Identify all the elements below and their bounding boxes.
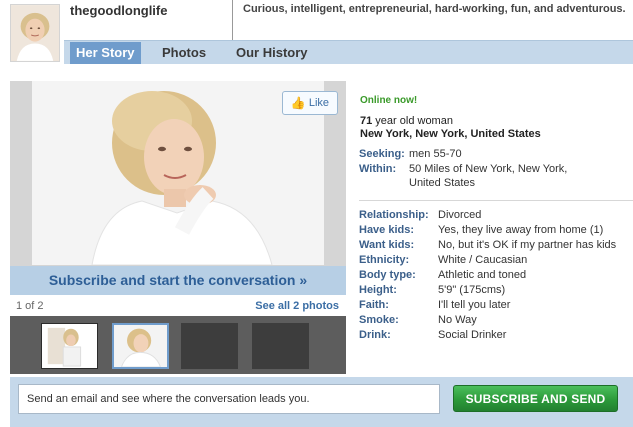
profile-header: thegoodlonglife Curious, intelligent, en… [0,0,633,64]
detail-label: Ethnicity: [359,254,410,266]
profile-details: Relationship: Divorced Have kids: Yes, the… [359,208,633,343]
detail-value: White / Caucasian [438,254,528,266]
subscribe-and-send-button[interactable]: SUBSCRIBE AND SEND [453,385,618,412]
main-photo[interactable] [32,81,324,265]
profile-tagline: Curious, intelligent, entrepreneurial, h… [232,0,633,40]
detail-value: Social Drinker [438,329,507,341]
detail-label: Smoke: [359,314,399,326]
detail-label: Want kids: [359,239,415,251]
detail-row: Relationship: Divorced [359,208,633,222]
detail-value: No, but it's OK if my partner has kids [438,239,617,251]
seeking-value: men 55-70 [409,148,462,160]
within-row: Within: 50 Miles of New York, New York, … [359,162,629,190]
detail-label: Have kids: [359,224,415,236]
detail-row: Faith: I'll tell you later [359,298,633,312]
username: thegoodlonglife [70,3,168,18]
detail-label: Drink: [359,329,391,341]
detail-row: Have kids: Yes, they live away from home … [359,223,633,237]
detail-row: Body type: Athletic and toned [359,268,633,282]
tab-our-history[interactable]: Our History [236,42,308,64]
avatar[interactable] [10,4,60,62]
detail-label: Relationship: [359,209,429,221]
thumbnail-2[interactable] [112,323,169,369]
detail-value: No Way [438,314,477,326]
detail-row: Drink: Social Drinker [359,328,633,342]
detail-label: Faith: [359,299,389,311]
thumbnail-empty-1 [181,323,238,369]
age-suffix: year old woman [372,115,453,127]
like-label: Like [308,97,330,109]
tab-photos[interactable]: Photos [162,42,206,64]
detail-value: Athletic and toned [438,269,527,281]
thumbnail-photo-1 [42,324,97,368]
age-number: 71 [360,115,373,127]
profile-tabs: Her Story Photos Our History [64,40,633,64]
age-line: 71 year old woman [360,115,453,127]
detail-value: I'll tell you later [438,299,511,311]
subscribe-conversation-link[interactable]: Subscribe and start the conversation » [10,266,346,295]
like-button[interactable]: 👍 Like [282,91,338,115]
see-all-photos-link[interactable]: See all 2 photos [255,300,339,312]
avatar-photo [11,5,59,61]
detail-row: Want kids: No, but it's OK if my partner … [359,238,633,252]
profile-location: New York, New York, United States [360,128,541,140]
seeking-row: Seeking: men 55-70 [359,147,629,161]
thumbnail-1[interactable] [41,323,98,369]
seeking-label: Seeking: [359,148,405,160]
email-message-field[interactable] [18,384,440,414]
detail-row: Height: 5'9" (175cms) [359,283,633,297]
detail-value: 5'9" (175cms) [438,284,506,296]
photo-panel: 👍 Like [10,81,346,295]
within-value: 50 Miles of New York, New York, United S… [409,163,568,189]
photo-counter: 1 of 2 [16,300,44,312]
detail-value: Yes, they live away from home (1) [438,224,604,236]
seeking-info: Seeking: men 55-70 Within: 50 Miles of N… [359,147,629,191]
tab-her-story[interactable]: Her Story [70,42,141,64]
detail-label: Height: [359,284,397,296]
detail-label: Body type: [359,269,416,281]
portrait-photo [32,81,324,265]
detail-row: Ethnicity: White / Caucasian [359,253,633,267]
detail-value: Divorced [438,209,482,221]
detail-row: Smoke: No Way [359,313,633,327]
thumbnail-empty-2 [252,323,309,369]
within-label: Within: [359,163,397,175]
thumbnail-strip [10,316,346,374]
online-status: Online now! [360,95,418,106]
thumbnail-photo-2 [114,325,167,367]
divider [359,200,633,201]
thumbs-up-icon: 👍 [290,96,306,110]
